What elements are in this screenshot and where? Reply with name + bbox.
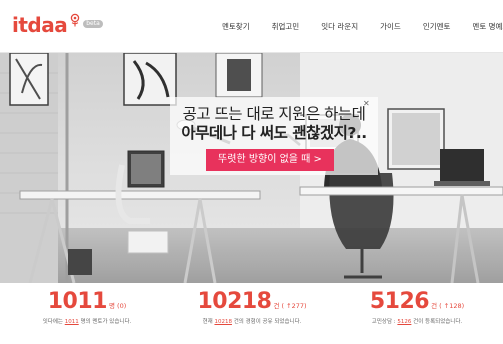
nav-hall-of-fame[interactable]: 멘토 명예의 전당 (472, 21, 503, 32)
stats-bar: 1011 명 (0) 잇다에는 1011 명의 멘토가 있습니다. 10218 건 … (0, 283, 503, 344)
stat-description: 고민상담 : 5126 건이 등록되었습니다. (333, 317, 501, 325)
stat-description: 현재 10218 건의 경험이 공유 되었습니다. (168, 317, 336, 325)
page: itdaa beta 멘토찾기 취업고민 잇다 라운지 가이드 인기멘토 멘토 … (0, 0, 503, 344)
stat-experiences: 10218 건 ( ↑277) 현재 10218 건의 경험이 공유 되었습니다. (168, 289, 336, 325)
nav-popular-mentors[interactable]: 인기멘토 (423, 21, 451, 32)
stat-unit: 건 ( ↑277) (273, 302, 307, 310)
stat-desc-prefix: 현재 (202, 319, 213, 325)
stat-desc-prefix: 고민상담 : (371, 319, 396, 325)
stat-desc-value[interactable]: 1011 (65, 319, 79, 325)
stat-number: 1011 (47, 289, 108, 314)
stat-unit: 명 (0) (108, 302, 127, 310)
stat-consultations: 5126 건 ( ↑128) 고민상담 : 5126 건이 등록되었습니다. (333, 289, 501, 325)
nav-job-concerns[interactable]: 취업고민 (272, 21, 300, 32)
stat-desc-suffix: 건의 경험이 공유 되었습니다. (233, 319, 302, 325)
cta-button[interactable]: 뚜렷한 방향이 없을 때 > (206, 149, 334, 171)
stat-desc-suffix: 명의 멘토가 있습니다. (80, 319, 132, 325)
stat-desc-suffix: 건이 등록되었습니다. (413, 319, 463, 325)
flower-icon (69, 12, 81, 31)
header: itdaa beta 멘토찾기 취업고민 잇다 라운지 가이드 인기멘토 멘토 … (0, 0, 503, 53)
hero-headline-line2: 아무데나 다 써도 괜찮겠지?.. (181, 124, 367, 142)
stat-desc-value[interactable]: 10218 (214, 319, 232, 325)
stat-desc-prefix: 잇다에는 (42, 319, 63, 325)
nav-find-mentor[interactable]: 멘토찾기 (222, 21, 250, 32)
stat-number: 5126 (369, 289, 430, 314)
main-nav: 멘토찾기 취업고민 잇다 라운지 가이드 인기멘토 멘토 명예의 전당 (222, 0, 503, 52)
stat-number: 10218 (197, 289, 272, 314)
beta-badge: beta (83, 20, 103, 28)
nav-guide[interactable]: 가이드 (380, 21, 401, 32)
logo-text: itdaa (12, 13, 68, 37)
logo[interactable]: itdaa beta (12, 10, 103, 40)
nav-lounge[interactable]: 잇다 라운지 (321, 21, 358, 32)
stat-description: 잇다에는 1011 명의 멘토가 있습니다. (3, 317, 171, 325)
stat-desc-value[interactable]: 5126 (397, 319, 411, 325)
stat-mentors: 1011 명 (0) 잇다에는 1011 명의 멘토가 있습니다. (3, 289, 171, 325)
stat-unit: 건 ( ↑128) (431, 302, 465, 310)
